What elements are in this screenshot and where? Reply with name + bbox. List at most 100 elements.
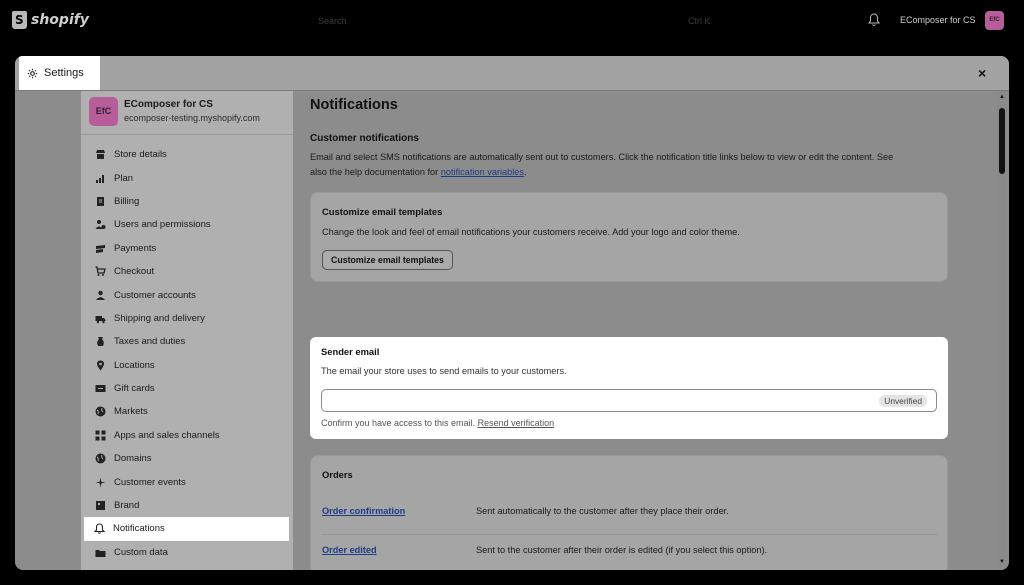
sidebar-item-users-and-permissions[interactable]: Users and permissions [85,213,289,236]
divider [81,134,293,135]
main-content: Notifications Customer notifications Ema… [293,91,993,570]
customize-email-templates-button[interactable]: Customize email templates [322,250,453,270]
card-text: Change the look and feel of email notifi… [322,227,740,237]
store-avatar: EfC [89,97,118,126]
card-title: Customize email templates [322,206,443,217]
avatar[interactable]: EfC [985,11,1004,30]
search-placeholder: Search [318,16,347,26]
plan-icon [95,173,106,184]
person-icon [95,290,106,301]
bell-icon[interactable] [868,13,880,27]
sparkle-icon [95,477,106,488]
store-name[interactable]: EComposer for CS [900,15,976,25]
customer-notifications-heading: Customer notifications [310,133,419,144]
sidebar-item-plan[interactable]: Plan [85,166,289,189]
search-bar[interactable]: Search Ctrl K [310,10,720,32]
table-row: Order edited Sent to the customer after t… [322,535,938,570]
sidebar-item-label: Checkout [114,266,155,278]
settings-label: Settings [44,67,84,79]
sidebar-item-label: Markets [114,406,148,418]
sidebar-item-domains[interactable]: Domains [85,447,289,470]
sidebar-item-label: Customer events [114,476,186,488]
sender-email-text: The email your store uses to send emails… [321,366,567,376]
truck-icon [95,313,106,324]
sidebar-item-brand[interactable]: Brand [85,494,289,517]
payments-icon [95,243,106,254]
sidebar-item-label: Users and permissions [114,219,211,231]
sidebar-item-custom-data[interactable]: Custom data [85,541,289,564]
sidebar-item-label: Billing [114,195,140,207]
scroll-up-icon[interactable]: ▲ [999,94,1005,100]
sidebar-item-label: Plan [114,172,134,184]
description-text: Email and select SMS notifications are a… [310,152,894,177]
settings-title: Settings [19,56,100,90]
orders-card: Orders Order confirmation Sent automatica… [310,455,948,570]
table-row: Order confirmation Sent automatically to … [322,496,938,535]
sidebar-item-label: Payments [114,242,157,254]
order-notification-description: Sent automatically to the customer after… [476,506,729,516]
sidebar-item-label: Taxes and duties [114,336,186,348]
notification-variables-link[interactable]: notification variables [441,167,524,177]
users-icon [95,219,106,230]
shopify-bag-icon [12,11,27,29]
customer-notifications-description: Email and select SMS notifications are a… [310,150,910,179]
brand-icon [95,500,106,511]
tax-icon [95,336,106,347]
status-badge: Unverified [879,395,927,407]
sidebar-item-label: Domains [114,453,152,465]
sender-email-help: Confirm you have access to this email. R… [321,418,554,428]
top-bar: shopify Search Ctrl K EComposer for CS E… [0,0,1024,42]
sidebar-item-gift-cards[interactable]: Gift cards [85,377,289,400]
bell-icon [94,523,105,535]
store-title: EComposer for CS [124,99,213,110]
sidebar-item-label: Locations [114,359,155,371]
customize-templates-card: Customize email templates Change the loo… [310,192,948,282]
store-icon [95,149,106,160]
cart-icon [95,266,106,277]
settings-sidebar: EfC EComposer for CS ecomposer-testing.m… [81,91,293,570]
gear-icon [27,68,38,78]
sidebar-item-label: Customer accounts [114,289,196,301]
sidebar-item-locations[interactable]: Locations [85,354,289,377]
sidebar-item-label: Custom data [114,546,168,558]
gift-card-icon [95,383,106,394]
sidebar-item-label: Store details [114,149,167,161]
sidebar-item-billing[interactable]: Billing [85,190,289,213]
resend-verification-link[interactable]: Resend verification [478,418,555,428]
sidebar-item-shipping-and-delivery[interactable]: Shipping and delivery [85,307,289,330]
globe-icon [95,406,106,417]
sidebar-item-store-details[interactable]: Store details [85,143,289,166]
order-notification-link[interactable]: Order confirmation [322,506,405,516]
order-notification-link[interactable]: Order edited [322,545,377,555]
data-icon [95,547,106,558]
settings-nav: Store details Plan Billing Users and permis… [84,143,289,564]
location-icon [95,360,106,371]
apps-icon [95,430,106,441]
billing-icon [95,196,106,207]
sidebar-item-taxes-and-duties[interactable]: Taxes and duties [85,330,289,353]
sidebar-item-label: Shipping and delivery [114,312,205,324]
sidebar-item-markets[interactable]: Markets [85,400,289,423]
sidebar-item-customer-events[interactable]: Customer events [85,470,289,493]
sidebar-item-label: Brand [114,500,140,512]
page-title: Notifications [310,97,398,113]
shopify-logo[interactable]: shopify [12,11,89,29]
scrollbar-thumb[interactable] [999,108,1005,174]
globe-icon [95,453,106,464]
sender-email-input[interactable]: Unverified [321,389,937,412]
sidebar-item-customer-accounts[interactable]: Customer accounts [85,283,289,306]
sidebar-item-checkout[interactable]: Checkout [85,260,289,283]
order-notification-description: Sent to the customer after their order i… [476,545,768,555]
sidebar-item-payments[interactable]: Payments [85,237,289,260]
store-card[interactable]: EfC EComposer for CS ecomposer-testing.m… [89,97,260,126]
modal-header: Settings × [15,56,1009,91]
orders-title: Orders [322,469,353,480]
sidebar-item-apps-and-sales-channels[interactable]: Apps and sales channels [85,424,289,447]
settings-modal: Settings × EfC EComposer for CS ecompose… [15,56,1009,570]
search-shortcut: Ctrl K [688,16,711,26]
close-button[interactable]: × [978,65,986,81]
store-domain: ecomposer-testing.myshopify.com [124,113,260,123]
sidebar-item-notifications[interactable]: Notifications [84,517,289,541]
help-text: Confirm you have access to this email. [321,418,478,428]
scroll-down-icon[interactable]: ▼ [999,559,1005,565]
